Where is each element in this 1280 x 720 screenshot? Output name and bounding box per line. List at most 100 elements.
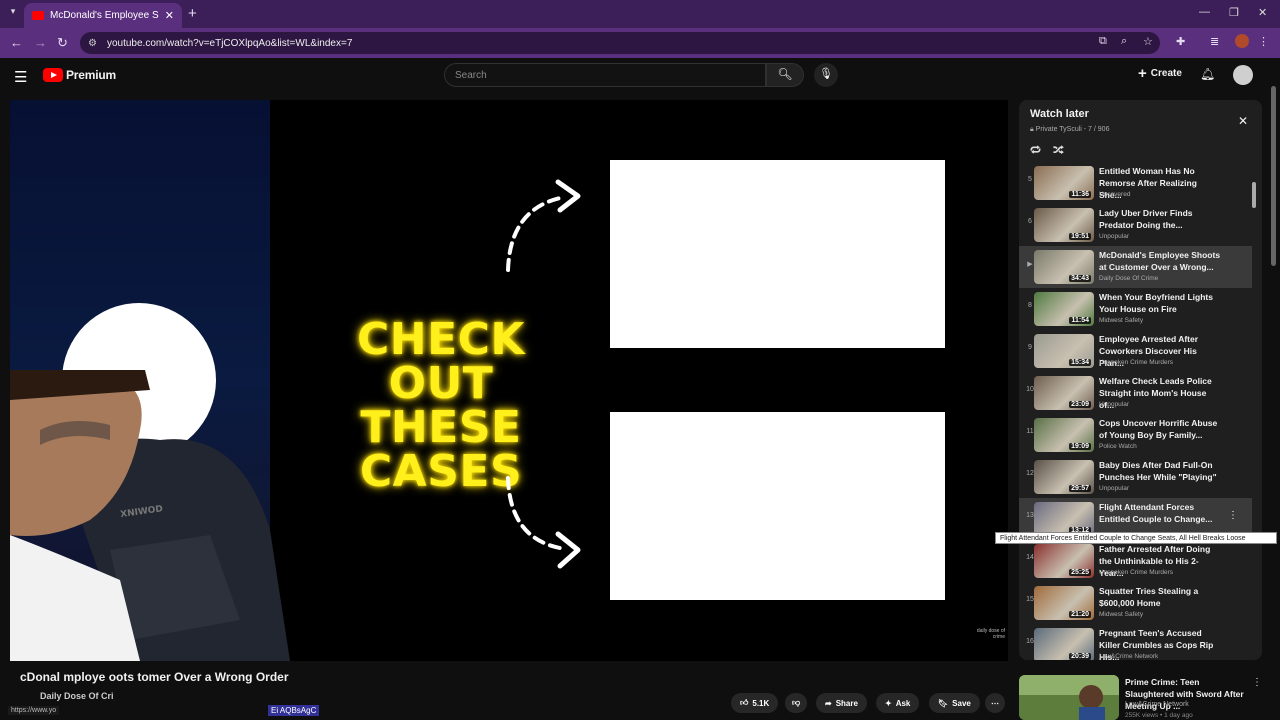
save-button[interactable]: 🔖︎ Save: [929, 693, 980, 713]
like-button[interactable]: 👍︎ 5.1K: [731, 693, 779, 713]
site-info-icon[interactable]: ⚙: [88, 38, 97, 49]
page-scrollbar[interactable]: [1270, 66, 1277, 720]
playlist-item[interactable]: 16 20:39 Pregnant Teen's Accused Killer Cr…: [1019, 624, 1252, 660]
minimize-icon[interactable]: —: [1199, 6, 1210, 18]
playlist-item-title[interactable]: Squatter Tries Stealing a $600,000 Home: [1099, 585, 1221, 609]
close-tab-icon[interactable]: ✕: [165, 9, 174, 22]
playlist-item[interactable]: 10 23:09 Welfare Check Leads Police Straig…: [1019, 372, 1252, 414]
playlist-item-thumbnail[interactable]: 11:54: [1034, 292, 1094, 326]
reload-icon[interactable]: ↻: [57, 35, 68, 51]
playlist-item-thumbnail[interactable]: 34:43: [1034, 250, 1094, 284]
recommended-more-icon[interactable]: ⋮: [1252, 677, 1262, 688]
more-options-icon[interactable]: ⋮: [1228, 510, 1238, 521]
playlist-item-title[interactable]: Flight Attendant Forces Entitled Couple …: [1099, 501, 1221, 525]
playlist-item-title[interactable]: Lady Uber Driver Finds Predator Doing th…: [1099, 207, 1221, 231]
menu-icon[interactable]: ☰: [14, 68, 27, 86]
page-scroll-thumb[interactable]: [1271, 86, 1276, 266]
more-actions-button[interactable]: ⋯: [985, 693, 1005, 713]
share-button[interactable]: ➦ Share: [816, 693, 867, 713]
bookmark-star-icon[interactable]: ☆: [1143, 35, 1153, 48]
playlist-item-title[interactable]: When Your Boyfriend Lights Your House on…: [1099, 291, 1221, 315]
playlist-item-channel: Midwest Safety: [1099, 317, 1144, 324]
playlist-item-thumbnail[interactable]: 25:25: [1034, 544, 1094, 578]
playlist-item-thumbnail[interactable]: 29:57: [1034, 460, 1094, 494]
recommended-channel[interactable]: Law&Crime Network: [1125, 701, 1189, 708]
streamer-webcam: XNIWOD: [10, 370, 290, 661]
playlist-item[interactable]: 9 15:34 Employee Arrested After Coworkers …: [1019, 330, 1252, 372]
recommended-thumbnail[interactable]: [1019, 675, 1119, 720]
bookmark-icon: 🔖︎: [938, 698, 949, 708]
playlist-item-title[interactable]: McDonald's Employee Shoots at Customer O…: [1099, 249, 1221, 273]
new-tab-icon[interactable]: +: [188, 5, 197, 22]
playlist-item-thumbnail[interactable]: 21:20: [1034, 586, 1094, 620]
duration-badge: 23:09: [1069, 401, 1091, 408]
voice-search-button[interactable]: 🎙︎: [814, 63, 838, 87]
close-window-icon[interactable]: ✕: [1258, 6, 1267, 19]
playlist-item-thumbnail[interactable]: 11:36: [1034, 166, 1094, 200]
browser-menu-icon[interactable]: ⋮: [1258, 35, 1269, 48]
playlist-scrollbar[interactable]: [1252, 182, 1256, 208]
search-input[interactable]: Search: [444, 63, 766, 87]
address-bar[interactable]: ⚙ youtube.com/watch?v=eTjCOXlpqAo&list=W…: [80, 32, 1160, 54]
playlist-item[interactable]: 15 21:20 Squatter Tries Stealing a $600,00…: [1019, 582, 1252, 624]
zoom-icon[interactable]: ⌕: [1121, 35, 1127, 48]
shuffle-icon[interactable]: 🔀︎: [1053, 142, 1064, 158]
arrow-down-right-icon: [506, 476, 581, 569]
video-title: cDonal mploye oots tomer Over a Wrong Or…: [20, 670, 289, 684]
account-avatar[interactable]: [1233, 65, 1253, 85]
case-thumbnail-top: [610, 160, 945, 348]
dislike-button[interactable]: 👎︎: [785, 693, 808, 713]
back-icon[interactable]: ←: [10, 35, 23, 50]
duration-badge: 11:54: [1069, 317, 1091, 324]
playlist-item[interactable]: 6 19:51 Lady Uber Driver Finds Predator Do…: [1019, 204, 1252, 246]
youtube-header: ☰ Premium Search 🔍︎ 🎙︎ + Create 🔔︎: [0, 58, 1280, 94]
forward-icon[interactable]: →: [34, 35, 47, 50]
playlist-item[interactable]: 11 19:09 Cops Uncover Horrific Abuse of Yo…: [1019, 414, 1252, 456]
playlist-item-channel: Police Watch: [1099, 443, 1137, 450]
close-playlist-icon[interactable]: ✕: [1238, 114, 1248, 128]
notifications-bell-icon[interactable]: 🔔︎: [1200, 67, 1215, 81]
browser-profile-avatar[interactable]: [1235, 34, 1249, 48]
case-thumbnail-bottom: [610, 412, 945, 600]
status-bar-url: https://www.yo: [8, 706, 60, 715]
extensions-icon[interactable]: ✚: [1176, 35, 1185, 48]
install-app-icon[interactable]: ⧉: [1099, 35, 1107, 48]
youtube-play-icon: [43, 68, 63, 82]
playlist-item-thumbnail[interactable]: 13:12: [1034, 502, 1094, 536]
duration-badge: 11:36: [1069, 191, 1091, 198]
maximize-icon[interactable]: ❐: [1229, 6, 1239, 19]
playlist-title[interactable]: Watch later: [1030, 108, 1089, 120]
channel-name[interactable]: Daily Dose Of Cri: [40, 691, 114, 701]
playlist-item-thumbnail[interactable]: 15:34: [1034, 334, 1094, 368]
media-control-icon[interactable]: ≣: [1210, 35, 1219, 48]
playlist-item[interactable]: 5 11:36 Entitled Woman Has No Remorse Afte…: [1019, 162, 1252, 204]
playlist-item-thumbnail[interactable]: 23:09: [1034, 376, 1094, 410]
ask-button[interactable]: ✦ Ask: [876, 693, 920, 713]
thumbs-up-icon: 👍︎: [740, 698, 749, 707]
recommended-video[interactable]: Prime Crime: Teen Slaughtered with Sword…: [1019, 675, 1262, 720]
playlist-item[interactable]: 14 25:25 Father Arrested After Doing the U…: [1019, 540, 1252, 582]
video-player[interactable]: XNIWOD CHECK OUT THESE CASES daily dose …: [10, 100, 1008, 661]
playlist-item[interactable]: 12 29:57 Baby Dies After Dad Full-On Punch…: [1019, 456, 1252, 498]
playlist-item-channel: Unspoken Crime Murders: [1099, 359, 1174, 366]
microphone-icon: 🎙︎: [819, 68, 833, 80]
search-button[interactable]: 🔍︎: [766, 63, 804, 87]
duration-badge: 20:39: [1069, 653, 1091, 660]
playlist-item[interactable]: 8 11:54 When Your Boyfriend Lights Your Ho…: [1019, 288, 1252, 330]
playlist-item-thumbnail[interactable]: 19:51: [1034, 208, 1094, 242]
playlist-item-title[interactable]: Cops Uncover Horrific Abuse of Young Boy…: [1099, 417, 1221, 441]
browser-tab[interactable]: McDonald's Employee Shoots a ✕: [24, 3, 182, 28]
playlist-item-thumbnail[interactable]: 19:09: [1034, 418, 1094, 452]
playlist-owner-count: Private TySculi - 7 / 906: [1035, 126, 1110, 133]
tab-search-icon[interactable]: ▾: [6, 6, 20, 20]
playlist-subtitle: 🔒︎ Private TySculi - 7 / 906: [1030, 126, 1110, 133]
playlist-item-thumbnail[interactable]: 20:39: [1034, 628, 1094, 660]
channel-watermark: daily dose of crime: [976, 628, 1005, 640]
loop-icon[interactable]: 🔁︎: [1030, 142, 1041, 158]
playlist-item[interactable]: ▶ 34:43 McDonald's Employee Shoots at Cust…: [1019, 246, 1252, 288]
playlist-item-title[interactable]: Baby Dies After Dad Full-On Punches Her …: [1099, 459, 1221, 483]
search-icon: 🔍︎: [777, 67, 793, 81]
create-button[interactable]: + Create: [1138, 66, 1182, 81]
youtube-logo[interactable]: Premium: [43, 68, 116, 82]
selected-url-fragment: Ei AQBsAgC: [268, 705, 320, 716]
